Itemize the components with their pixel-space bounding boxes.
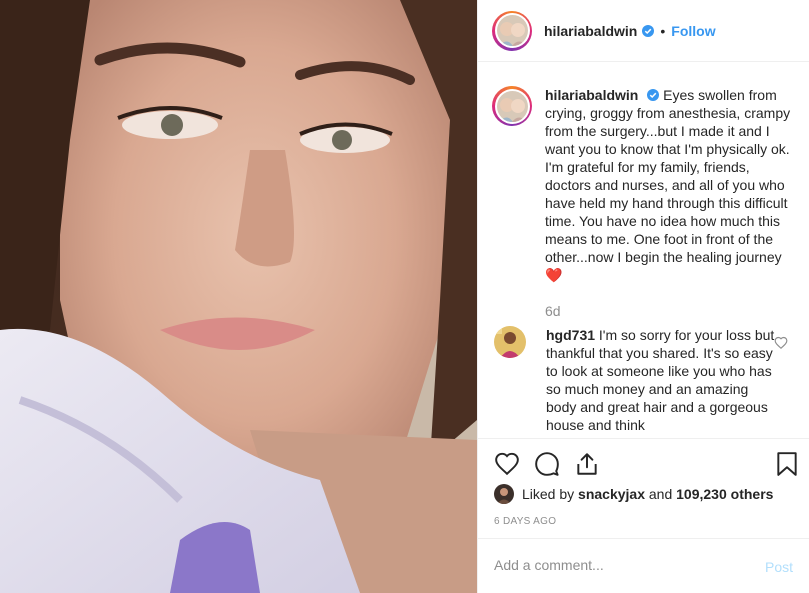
avatar-image (496, 15, 528, 46)
separator-dot: • (660, 22, 666, 39)
action-bar (478, 438, 809, 490)
comment-input[interactable] (494, 557, 744, 573)
comments-list[interactable]: hilariabaldwin Eyes swollen from crying,… (478, 63, 809, 438)
likes-summary: Liked by snackyjax and 109,230 others (494, 484, 773, 504)
post-timestamp[interactable]: 6 DAYS AGO (494, 516, 556, 527)
comment-body: hgd731 I'm so sorry for your loss but th… (546, 326, 776, 434)
selfie-image (0, 0, 477, 593)
avatar-image (494, 484, 514, 504)
comment-item: hgd731 I'm so sorry for your loss but th… (492, 326, 809, 434)
caption-row: hilariabaldwin Eyes swollen from crying,… (492, 86, 797, 284)
add-comment-bar: Post (478, 538, 809, 593)
commenter-avatar[interactable] (494, 326, 526, 358)
avatar-image (494, 326, 526, 358)
caption-avatar[interactable] (492, 86, 532, 126)
author-username[interactable]: hilariabaldwin (544, 23, 637, 39)
post-comment-button[interactable]: Post (765, 559, 793, 575)
post-header: hilariabaldwin • Follow (478, 0, 809, 62)
post-caption: hilariabaldwin Eyes swollen from crying,… (545, 86, 797, 284)
commenter-username[interactable]: hgd731 (546, 327, 595, 343)
post-photo[interactable] (0, 0, 477, 593)
bookmark-icon[interactable] (774, 451, 800, 477)
avatar-image (496, 90, 528, 122)
caption-text: Eyes swollen from crying, groggy from an… (545, 87, 791, 283)
liker-avatar[interactable] (494, 484, 514, 504)
follow-button[interactable]: Follow (671, 23, 715, 39)
share-icon[interactable] (574, 451, 600, 477)
author-avatar[interactable] (492, 10, 532, 51)
liker-username[interactable]: snackyjax (578, 486, 645, 502)
likes-count[interactable]: 109,230 others (676, 486, 773, 502)
caption-age[interactable]: 6d (545, 303, 561, 319)
post-side-panel: hilariabaldwin • Follow hilariabaldwin E… (477, 0, 809, 593)
comment-like-heart-icon[interactable] (774, 336, 788, 350)
liked-by-prefix: Liked by (522, 486, 575, 502)
caption-username[interactable]: hilariabaldwin (545, 87, 638, 103)
heart-icon[interactable] (494, 451, 520, 477)
verified-badge-icon (647, 89, 660, 101)
verified-badge-icon (642, 24, 655, 37)
likes-and: and (648, 486, 673, 502)
comment-bubble-icon[interactable] (534, 451, 560, 477)
